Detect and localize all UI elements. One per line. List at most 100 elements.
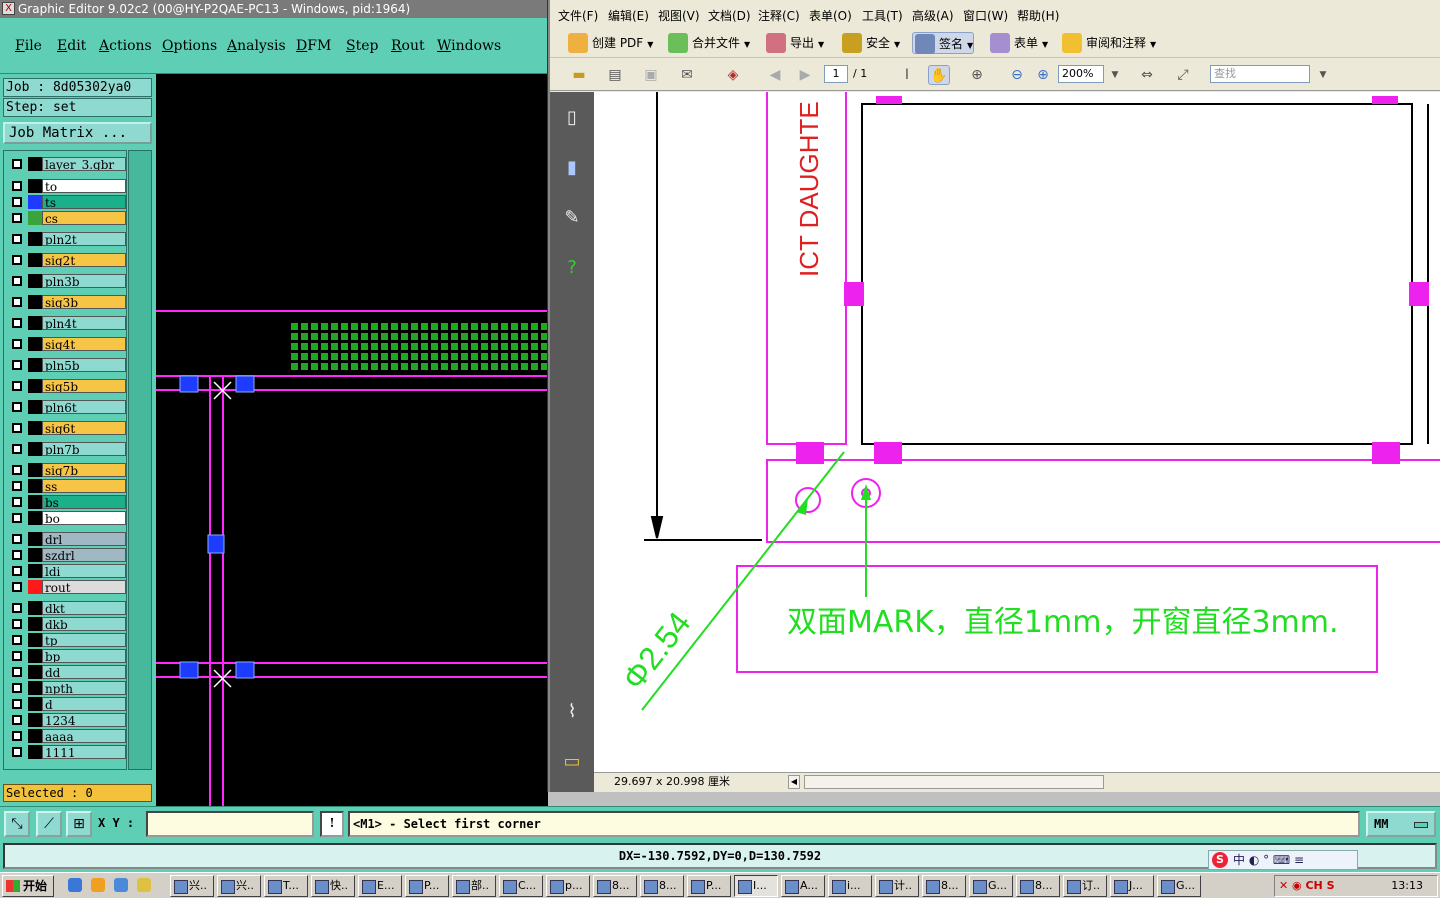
layer-color-swatch[interactable] [28,617,42,631]
taskbar-item[interactable]: p... [546,875,590,897]
layer-color-swatch[interactable] [28,232,42,246]
layer-row[interactable]: sig5b [6,379,126,393]
layer-name[interactable]: sig5b [42,379,126,393]
layer-row[interactable]: drl [6,532,126,546]
taskbar-item[interactable]: 8... [1016,875,1060,897]
next-page-icon[interactable]: ▶ [794,65,816,85]
layer-checkbox[interactable] [12,402,22,412]
layer-color-swatch[interactable] [28,729,42,743]
layer-color-swatch[interactable] [28,633,42,647]
layer-row[interactable]: bp [6,649,126,663]
zoom-level-input[interactable]: 200% [1058,65,1104,83]
layer-name[interactable]: sig6t [42,421,126,435]
combine-files-button[interactable]: 合并文件 ▼ [666,32,750,54]
fit-page-icon[interactable]: ⤢ [1172,65,1194,85]
layer-color-swatch[interactable] [28,157,42,171]
layer-color-swatch[interactable] [28,179,42,193]
layer-checkbox[interactable] [12,497,22,507]
snap-grid-icon[interactable]: ⊞ [66,811,92,837]
hand-tool-icon[interactable]: ✋ [928,65,950,85]
layer-checkbox[interactable] [12,318,22,328]
layer-name[interactable]: szdrl [42,548,126,562]
pdf-menu-help[interactable]: 帮助(H) [1017,7,1059,24]
layer-checkbox[interactable] [12,297,22,307]
signatures-icon[interactable]: ✎ [560,206,584,230]
layer-row[interactable]: ss [6,479,126,493]
pdf-menu-forms[interactable]: 表单(O) [809,7,852,24]
horizontal-scrollbar[interactable] [804,775,1104,789]
pdf-menu-advanced[interactable]: 高级(A) [912,7,954,24]
taskbar-item[interactable]: I... [734,875,778,897]
layer-row[interactable]: dd [6,665,126,679]
layer-row[interactable]: pln7b [6,442,126,456]
layer-row[interactable]: pln5b [6,358,126,372]
find-input[interactable]: 查找 [1210,65,1310,83]
export-button[interactable]: 导出 ▼ [764,32,824,54]
fit-width-icon[interactable]: ⇔ [1136,65,1158,85]
layer-name[interactable]: 1234 [42,713,126,727]
layer-checkbox[interactable] [12,339,22,349]
layer-checkbox[interactable] [12,213,22,223]
layer-checkbox[interactable] [12,481,22,491]
layer-name[interactable]: ts [42,195,126,209]
clock-icon[interactable] [91,878,105,892]
layer-row[interactable]: bs [6,495,126,509]
help-icon[interactable]: ? [560,256,584,280]
layer-row[interactable]: 1234 [6,713,126,727]
taskbar-item[interactable]: 部.. [452,875,496,897]
network-icon[interactable] [114,878,128,892]
page-number-input[interactable]: 1 [824,65,848,83]
layer-checkbox[interactable] [12,667,22,677]
layer-checkbox[interactable] [12,635,22,645]
layer-checkbox[interactable] [12,381,22,391]
layer-row[interactable]: bo [6,511,126,525]
units-selector[interactable]: MM [1366,811,1436,837]
pdf-menu-view[interactable]: 视图(V) [658,7,700,24]
taskbar-item[interactable]: 兴.. [170,875,214,897]
review-comment-button[interactable]: 审阅和注释 ▼ [1060,32,1156,54]
taskbar-item[interactable]: i... [828,875,872,897]
pdf-menu-edit[interactable]: 编辑(E) [608,7,649,24]
layer-checkbox[interactable] [12,619,22,629]
layer-checkbox[interactable] [12,699,22,709]
layer-name[interactable]: bp [42,649,126,663]
layer-row[interactable]: layer_3.gbr [6,157,126,171]
layer-name[interactable]: drl [42,532,126,546]
zoom-dropdown-arrow-icon[interactable]: ▼ [1104,65,1126,85]
layer-name[interactable]: rout [42,580,126,594]
job-matrix-button[interactable]: Job Matrix ... [3,122,152,144]
taskbar-item[interactable]: 兴.. [217,875,261,897]
layer-color-swatch[interactable] [28,421,42,435]
bookmarks-icon[interactable]: ▮ [560,156,584,180]
layer-checkbox[interactable] [12,731,22,741]
taskbar-item[interactable]: G... [1157,875,1201,897]
forms-button[interactable]: 表单 ▼ [988,32,1048,54]
xy-input[interactable] [146,811,314,837]
layer-row[interactable]: pln4t [6,316,126,330]
menu-actions[interactable]: Actions [99,38,152,54]
select-text-icon[interactable]: I [896,65,918,85]
layer-name[interactable]: bs [42,495,126,509]
pdf-menu-tools[interactable]: 工具(T) [862,7,903,24]
layer-color-swatch[interactable] [28,548,42,562]
layer-row[interactable]: sig6t [6,421,126,435]
layer-row[interactable]: pln3b [6,274,126,288]
ime-toolbar[interactable]: 中 ◐ ° ⌨ ≡ [1208,850,1358,870]
layer-name[interactable]: pln2t [42,232,126,246]
comments-icon[interactable]: ▭ [560,750,584,774]
layer-row[interactable]: dkt [6,601,126,615]
layer-color-swatch[interactable] [28,511,42,525]
layer-color-swatch[interactable] [28,697,42,711]
layer-color-swatch[interactable] [28,358,42,372]
layer-name[interactable]: to [42,179,126,193]
layer-checkbox[interactable] [12,255,22,265]
attachments-icon[interactable]: ⌇ [560,700,584,724]
layer-name[interactable]: aaaa [42,729,126,743]
layer-checkbox[interactable] [12,582,22,592]
layer-name[interactable]: 1111 [42,745,126,759]
layer-row[interactable]: rout [6,580,126,594]
layer-name[interactable]: layer_3.gbr [42,157,126,171]
layer-row[interactable]: pln6t [6,400,126,414]
layer-row[interactable]: 1111 [6,745,126,759]
menu-dfm[interactable]: DFM [296,38,331,54]
